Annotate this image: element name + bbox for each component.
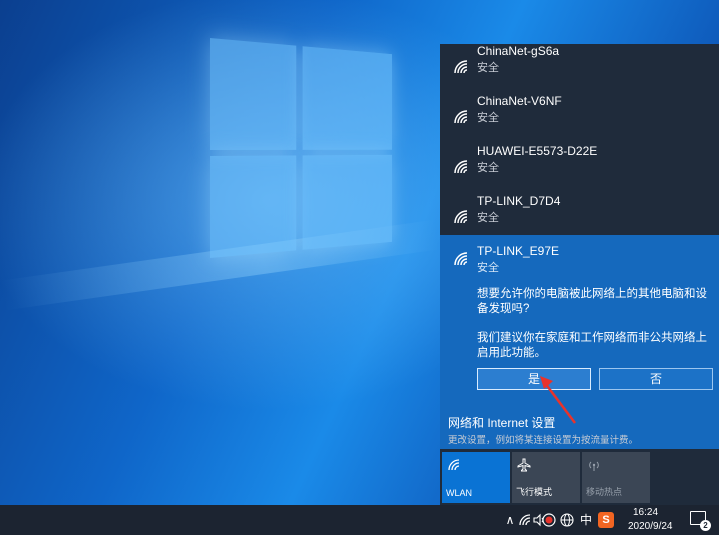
wifi-icon bbox=[454, 252, 468, 266]
network-status: 安全 bbox=[477, 62, 499, 74]
quick-action-label: 移动热点 bbox=[586, 487, 623, 497]
network-settings-subtitle: 更改设置，例如将某连接设置为按流量计费。 bbox=[448, 435, 639, 446]
quick-action-label: WLAN bbox=[446, 488, 473, 498]
wifi-icon bbox=[448, 459, 460, 471]
network-flyout: ChinaNet-gS6a 安全 ChinaNet-V6NF 安全 HUAWEI… bbox=[440, 44, 719, 505]
discovery-question: 想要允许你的电脑被此网络上的其他电脑和设备发现吗? bbox=[477, 288, 707, 315]
clock-date[interactable]: 2020/9/24 bbox=[628, 521, 673, 532]
record-icon[interactable] bbox=[542, 513, 556, 527]
no-button[interactable]: 否 bbox=[599, 368, 713, 390]
discovery-suggestion: 我们建议你在家庭和工作网络而非公共网络上启用此功能。 bbox=[477, 332, 707, 359]
network-status: 安全 bbox=[477, 112, 499, 124]
network-item[interactable]: ChinaNet-V6NF 安全 bbox=[440, 94, 719, 144]
quick-action-label: 飞行模式 bbox=[516, 487, 553, 497]
network-name: HUAWEI-E5573-D22E bbox=[477, 144, 598, 158]
wifi-icon bbox=[454, 110, 468, 124]
red-arrow-annotation bbox=[540, 376, 576, 424]
network-status: 安全 bbox=[477, 162, 499, 174]
taskbar: ∧ 中 S 16:24 2020/9/24 2 bbox=[0, 505, 719, 535]
network-name: TP-LINK_D7D4 bbox=[477, 194, 561, 208]
notification-count-badge: 2 bbox=[700, 520, 711, 531]
mobile-hotspot-toggle[interactable]: 移动热点 bbox=[582, 452, 650, 503]
airplane-mode-toggle[interactable]: 飞行模式 bbox=[512, 452, 580, 503]
network-item[interactable]: HUAWEI-E5573-D22E 安全 bbox=[440, 144, 719, 194]
show-hidden-icons-button[interactable]: ∧ bbox=[503, 505, 517, 535]
globe-icon[interactable] bbox=[560, 513, 574, 527]
network-item[interactable]: ChinaNet-gS6a 安全 bbox=[440, 44, 719, 94]
wifi-icon[interactable] bbox=[518, 513, 532, 527]
network-status: 安全 bbox=[477, 212, 499, 224]
network-status: 安全 bbox=[477, 262, 499, 274]
network-name: TP-LINK_E97E bbox=[477, 244, 560, 258]
wlan-toggle[interactable]: WLAN bbox=[442, 452, 510, 503]
windows-logo bbox=[210, 38, 392, 258]
ime-mode-indicator[interactable]: 中 bbox=[578, 505, 594, 535]
airplane-icon bbox=[517, 458, 531, 472]
wifi-icon bbox=[454, 60, 468, 74]
network-name: ChinaNet-gS6a bbox=[477, 44, 560, 58]
wifi-icon bbox=[454, 210, 468, 224]
sogou-ime-icon[interactable]: S bbox=[598, 512, 614, 528]
wifi-icon bbox=[454, 160, 468, 174]
network-name: ChinaNet-V6NF bbox=[477, 94, 562, 108]
clock-time[interactable]: 16:24 bbox=[633, 507, 658, 518]
hotspot-icon bbox=[589, 461, 599, 471]
